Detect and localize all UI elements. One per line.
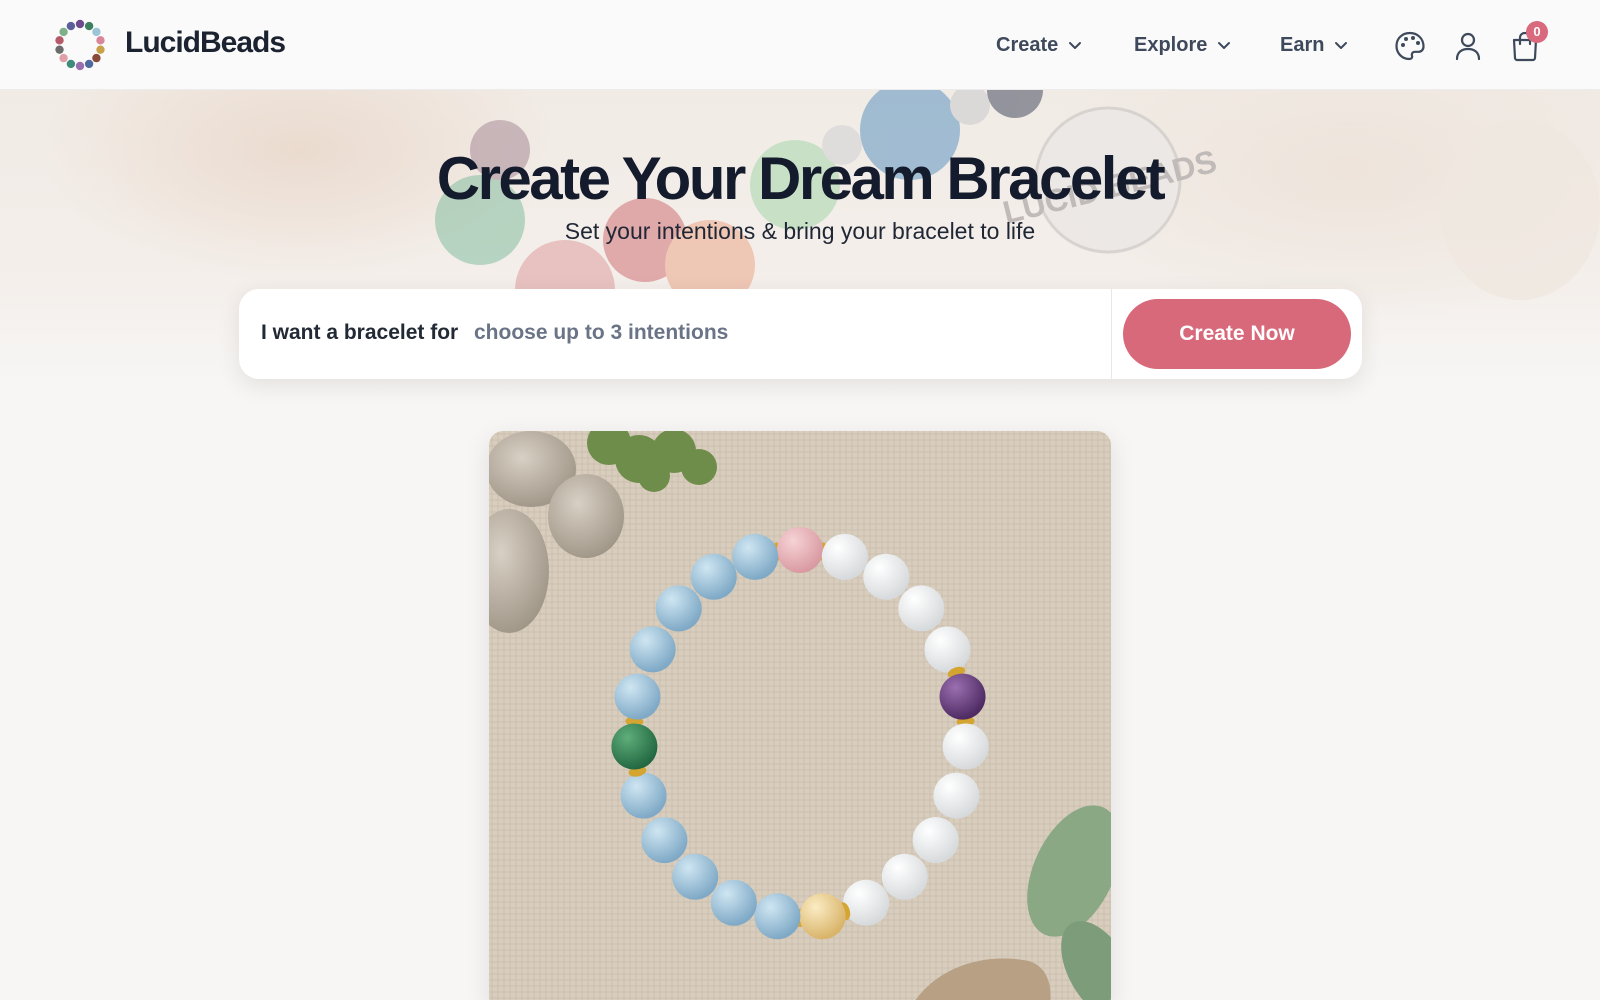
site-header: LucidBeads Create Explore Earn 0 [0, 0, 1600, 90]
brand-name[interactable]: LucidBeads [125, 26, 286, 60]
user-icon[interactable] [1451, 29, 1485, 63]
nav-explore-label: Explore [1134, 33, 1208, 56]
hero-subtitle: Set your intentions & bring your bracele… [564, 218, 1036, 244]
product-photo [489, 431, 1111, 1000]
intention-form: I want a bracelet for choose up to 3 int… [239, 289, 1362, 379]
palette-icon[interactable] [1393, 29, 1427, 63]
nav-explore[interactable]: Explore [1134, 32, 1231, 58]
nav-earn[interactable]: Earn [1280, 32, 1348, 58]
nav-create[interactable]: Create [996, 32, 1082, 58]
cart-count-badge: 0 [1526, 21, 1548, 43]
nav-earn-label: Earn [1280, 33, 1325, 56]
nav-create-label: Create [996, 33, 1059, 56]
hero-title: Create Your Dream Bracelet [436, 145, 1166, 212]
intention-label: I want a bracelet for [261, 321, 459, 344]
divider [1111, 289, 1112, 379]
logo-icon[interactable] [52, 17, 108, 73]
bracelet-image [489, 431, 1111, 1000]
intention-placeholder: choose up to 3 intentions [474, 321, 729, 344]
create-now-button[interactable]: Create Now [1123, 299, 1351, 369]
chevron-down-icon [1335, 42, 1348, 49]
chevron-down-icon [1069, 42, 1082, 49]
chevron-down-icon [1218, 42, 1231, 49]
